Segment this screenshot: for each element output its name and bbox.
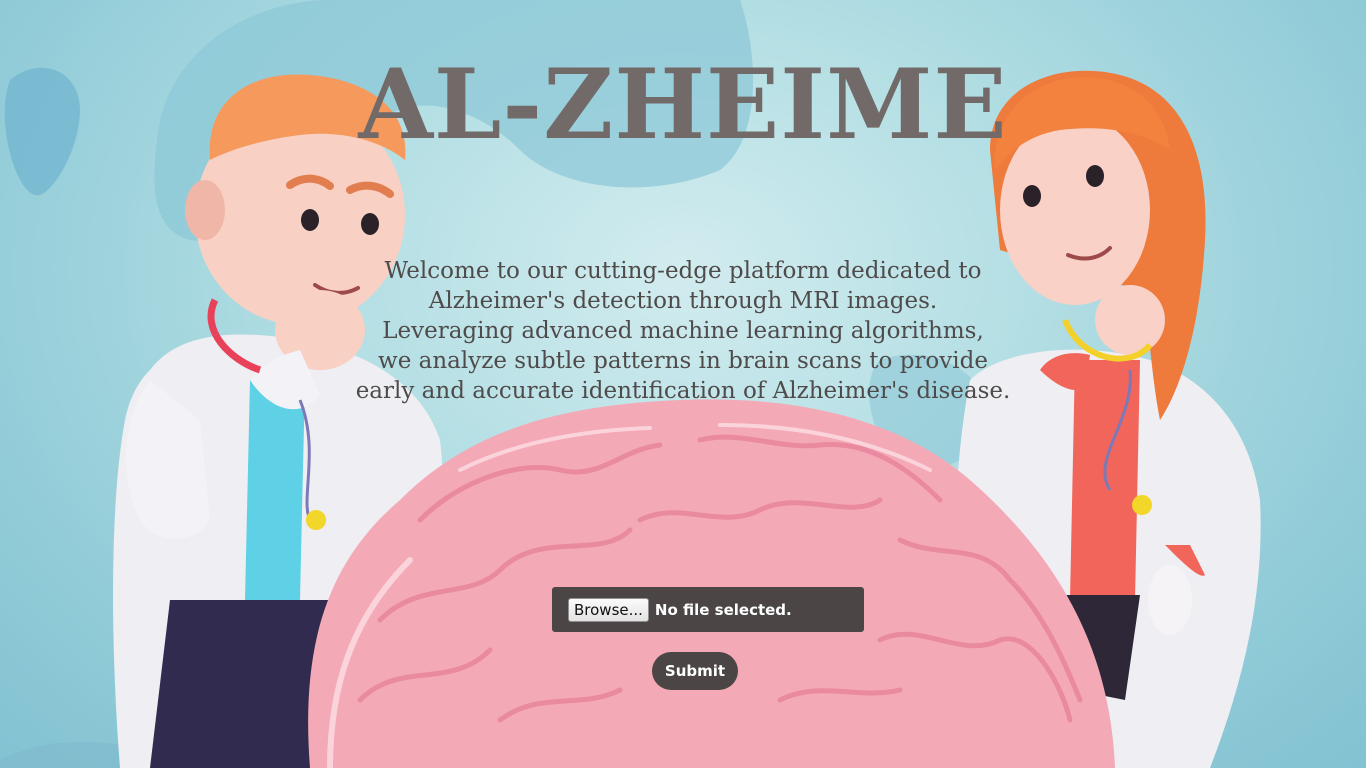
submit-button[interactable]: Submit (652, 652, 738, 690)
intro-line: we analyze subtle patterns in brain scan… (378, 348, 988, 374)
intro-paragraph: Welcome to our cutting-edge platform ded… (313, 256, 1053, 406)
intro-line: early and accurate identification of Alz… (355, 378, 1011, 404)
browse-button[interactable]: Browse... (568, 597, 649, 622)
intro-line: Alzheimer's detection through MRI images… (428, 288, 938, 314)
intro-line: Welcome to our cutting-edge platform ded… (384, 258, 982, 284)
intro-line: Leveraging advanced machine learning alg… (382, 318, 984, 344)
file-status-text: No file selected. (654, 600, 792, 619)
page-title: AL-ZHEIME (358, 48, 1008, 161)
file-upload-input[interactable]: Browse... No file selected. (552, 587, 864, 632)
